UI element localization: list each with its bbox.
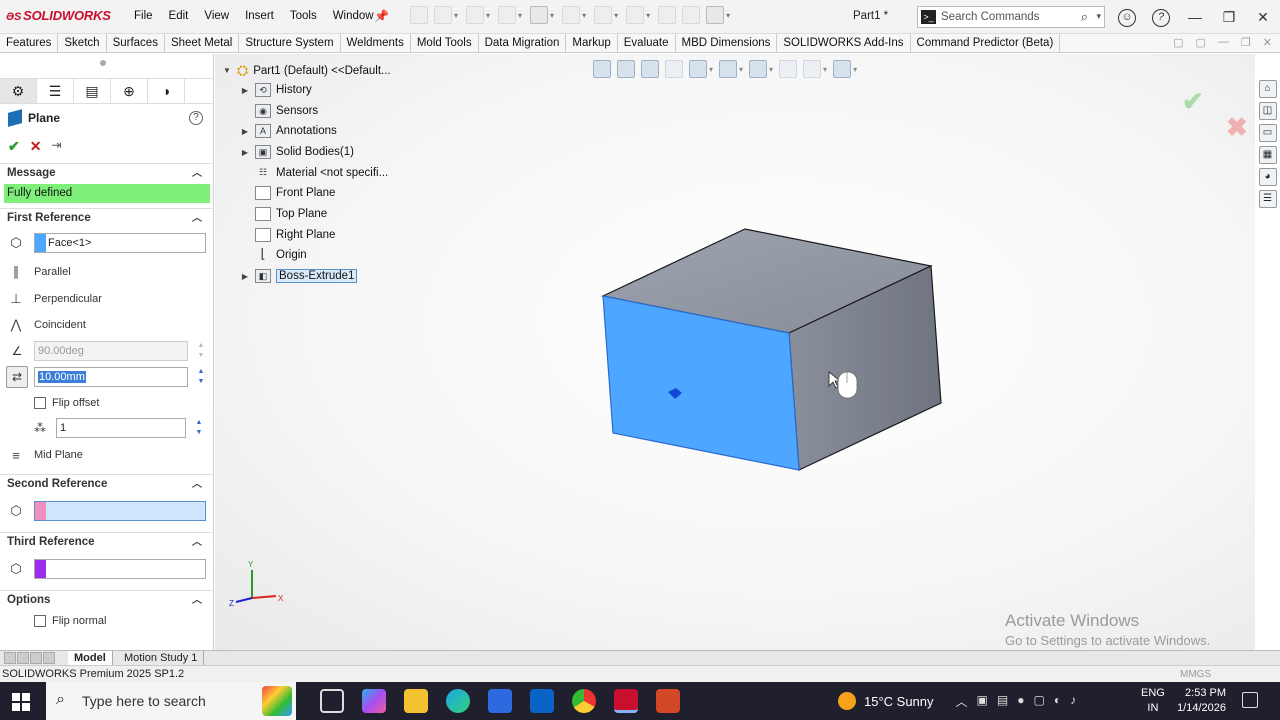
copilot-icon[interactable] (362, 689, 386, 713)
weather-sun-icon[interactable] (838, 692, 856, 710)
custom-properties-icon[interactable]: ☰ (1258, 190, 1277, 208)
watermark-title: Activate Windows (1005, 611, 1140, 630)
clock[interactable]: 2:53 PM 1/14/2026 (1172, 686, 1226, 716)
solidworks-taskbar-icon[interactable] (614, 689, 638, 713)
view-palette-icon[interactable]: ▦ (1258, 146, 1277, 164)
svg-text:X: X (278, 594, 284, 603)
tray-device-icon[interactable]: ▤ (997, 693, 1008, 710)
clock-date: 1/14/2026 (1177, 702, 1226, 714)
taskbar-search-box[interactable]: ⌕ Type here to search (46, 682, 296, 720)
windows-taskbar: ⌕ Type here to search 15°C Sunny ︿ ▣ ▤ ●… (0, 682, 1280, 720)
status-product-label: SOLIDWORKS Premium 2025 SP1.2 (2, 668, 185, 680)
tray-app-icon[interactable]: ▣ (977, 693, 988, 710)
design-library-icon[interactable]: ◫ (1258, 102, 1277, 120)
system-tray: 15°C Sunny ︿ ▣ ▤ ● ▢ ◐ ♪ (838, 682, 1076, 720)
first-tab-icon[interactable] (4, 652, 16, 664)
svg-text:Z: Z (229, 599, 234, 608)
outlook-icon[interactable] (530, 689, 554, 713)
file-explorer-icon[interactable]: ▭ (1258, 124, 1277, 142)
tab-navigation (4, 652, 55, 664)
microsoft-store-icon[interactable] (488, 689, 512, 713)
tray-icons: ︿ ▣ ▤ ● ▢ ◐ ♪ (956, 693, 1077, 710)
input-language[interactable]: ENG IN (1141, 686, 1165, 716)
next-tab-icon[interactable] (30, 652, 42, 664)
last-tab-icon[interactable] (43, 652, 55, 664)
file-explorer-icon[interactable] (404, 689, 428, 713)
region-code: IN (1147, 702, 1159, 714)
appearances-icon[interactable]: ◕ (1258, 168, 1277, 186)
notification-center-icon[interactable] (1242, 692, 1258, 708)
microphone-icon[interactable]: ● (1017, 693, 1024, 710)
windows-start-icon[interactable] (12, 693, 30, 711)
powerpoint-icon[interactable] (656, 689, 680, 713)
tab-motion-study-1[interactable]: Motion Study 1 (118, 651, 205, 666)
task-pane-tabs: ⌂ ◫ ▭ ▦ ◕ ☰ (1255, 80, 1280, 208)
show-hidden-icons-chevron-icon[interactable]: ︿ (956, 693, 968, 710)
language-code: ENG (1141, 687, 1165, 699)
previous-tab-icon[interactable] (17, 652, 29, 664)
search-icon: ⌕ (56, 691, 65, 708)
volume-icon[interactable]: ♪ (1070, 693, 1076, 710)
task-view-icon[interactable] (320, 689, 344, 713)
tab-model[interactable]: Model (68, 651, 113, 666)
model-tabs-bar: Model Motion Study 1 (0, 650, 1280, 666)
weather-text[interactable]: 15°C Sunny (864, 694, 934, 709)
network-icon[interactable]: ◐ (1054, 693, 1061, 710)
meet-now-icon[interactable]: ▢ (1033, 693, 1044, 710)
watermark-subtitle: Go to Settings to activate Windows. (1005, 633, 1211, 648)
edge-browser-icon[interactable] (446, 689, 470, 713)
taskbar-search-placeholder: Type here to search (82, 693, 206, 709)
confirmation-corner-ok-icon[interactable]: ✔ (1182, 86, 1204, 117)
clock-time: 2:53 PM (1185, 687, 1226, 699)
reference-triad: Y X Z (229, 560, 284, 608)
pinned-apps (320, 689, 680, 713)
chrome-icon[interactable] (572, 689, 596, 713)
activate-windows-watermark: Activate Windows Go to Settings to activ… (1005, 611, 1210, 648)
confirmation-corner-cancel-icon[interactable]: ✖ (1226, 112, 1248, 143)
unit-system-selector[interactable]: MMGS (1180, 669, 1211, 680)
solidworks-resources-icon[interactable]: ⌂ (1258, 80, 1277, 98)
search-highlight-icon[interactable] (262, 686, 292, 716)
status-bar: SOLIDWORKS Premium 2025 SP1.2 MMGS (0, 665, 1280, 682)
svg-text:Y: Y (248, 560, 254, 569)
